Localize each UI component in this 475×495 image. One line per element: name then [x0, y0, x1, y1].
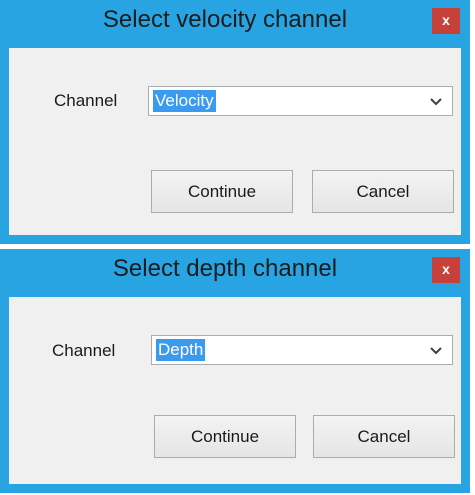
- velocity-channel-dialog: Select velocity channel x Channel Veloci…: [0, 0, 470, 244]
- dialog-title: Select velocity channel: [102, 6, 348, 33]
- cancel-button[interactable]: Cancel: [313, 415, 455, 458]
- channel-label: Channel: [54, 91, 118, 110]
- close-button[interactable]: x: [432, 8, 460, 34]
- channel-label: Channel: [52, 341, 116, 360]
- depth-channel-dialog: Select depth channel x Channel Depth Con…: [0, 249, 470, 493]
- close-button[interactable]: x: [432, 257, 460, 283]
- dialog-title: Select depth channel: [112, 255, 338, 282]
- continue-button[interactable]: Continue: [154, 415, 296, 458]
- channel-select[interactable]: Velocity: [148, 86, 453, 116]
- channel-select[interactable]: Depth: [151, 335, 453, 365]
- title-bar[interactable]: Select depth channel x: [0, 249, 470, 287]
- dialog-body: Channel Velocity Continue Cancel: [9, 48, 461, 235]
- chevron-down-icon: [430, 347, 442, 355]
- continue-button[interactable]: Continue: [151, 170, 293, 213]
- channel-select-value: Depth: [156, 339, 206, 361]
- chevron-down-icon: [430, 98, 442, 106]
- dialog-body: Channel Depth Continue Cancel: [9, 297, 461, 484]
- title-bar[interactable]: Select velocity channel x: [0, 0, 470, 38]
- channel-select-value: Velocity: [153, 90, 216, 112]
- cancel-button[interactable]: Cancel: [312, 170, 454, 213]
